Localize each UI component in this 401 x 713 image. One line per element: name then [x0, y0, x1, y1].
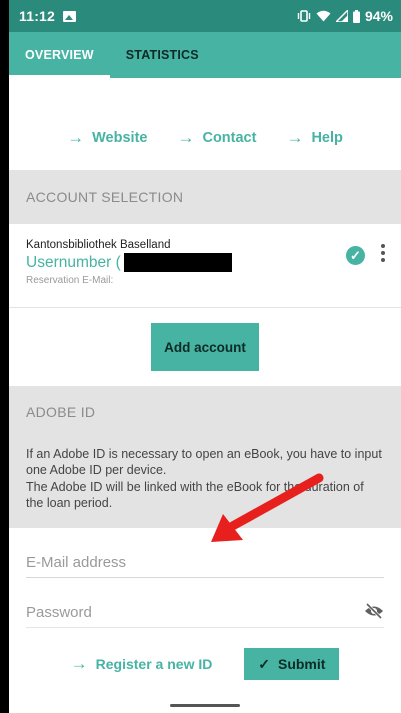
submit-label: Submit [277, 656, 326, 672]
password-placeholder: Password [26, 604, 92, 621]
check-icon: ✓ [258, 655, 270, 672]
quick-links: → Website → Contact → Help [9, 78, 401, 170]
status-time: 11:12 [19, 8, 56, 24]
arrow-right-icon: → [177, 128, 195, 147]
battery-percentage: 94% [364, 8, 393, 24]
tab-bar: OVERVIEW STATISTICS [9, 32, 401, 78]
account-card[interactable]: Kantonsbibliothek Baselland Usernumber (… [9, 224, 401, 308]
home-gesture-handle[interactable] [170, 704, 240, 707]
usernumber-label: Usernumber ( [26, 253, 121, 271]
arrow-right-icon: → [67, 128, 85, 147]
email-placeholder: E-Mail address [26, 554, 127, 571]
account-library-name: Kantonsbibliothek Baselland [26, 239, 171, 251]
app-screen: 11:12 94% OVERVIEW STATISTICS → Website … [9, 0, 401, 713]
reservation-email-label: Reservation E-Mail: [26, 275, 114, 286]
redacted-usernumber [123, 253, 232, 272]
contact-link-label: Contact [202, 130, 257, 146]
navigation-bar [9, 699, 401, 713]
more-options-icon[interactable] [380, 244, 386, 262]
vibrate-icon [297, 10, 311, 22]
password-field[interactable]: Password [26, 578, 384, 628]
register-new-id-link[interactable]: → Register a new ID [71, 654, 213, 674]
help-link-label: Help [311, 130, 343, 146]
status-indicators: 94% [297, 8, 393, 24]
account-usernumber: Usernumber ( [26, 253, 384, 272]
wifi-icon [316, 10, 331, 22]
tab-statistics[interactable]: STATISTICS [110, 32, 215, 78]
email-field[interactable]: E-Mail address [26, 528, 384, 578]
arrow-right-icon: → [70, 654, 88, 673]
selected-check-icon: ✓ [346, 246, 365, 265]
contact-link[interactable]: → Contact [177, 128, 256, 148]
adobe-id-description: If an Adobe ID is necessary to open an e… [9, 438, 401, 528]
battery-icon [352, 9, 360, 23]
adobe-description-text: If an Adobe ID is necessary to open an e… [26, 447, 382, 510]
adobe-id-header: ADOBE ID [9, 386, 401, 438]
add-account-container: Add account [9, 308, 401, 386]
register-label: Register a new ID [95, 656, 213, 672]
website-link[interactable]: → Website [67, 128, 147, 148]
help-link[interactable]: → Help [286, 128, 342, 148]
arrow-right-icon: → [286, 128, 304, 147]
adobe-actions: → Register a new ID ✓ Submit [9, 636, 401, 692]
visibility-off-icon[interactable] [364, 603, 384, 619]
image-notification-icon [63, 10, 77, 22]
add-account-button[interactable]: Add account [151, 323, 259, 371]
status-bar: 11:12 94% [9, 0, 401, 32]
tab-overview[interactable]: OVERVIEW [9, 32, 110, 78]
signal-icon [335, 10, 348, 22]
website-link-label: Website [92, 130, 148, 146]
account-selection-header: ACCOUNT SELECTION [9, 170, 401, 224]
submit-button[interactable]: ✓ Submit [244, 648, 340, 680]
